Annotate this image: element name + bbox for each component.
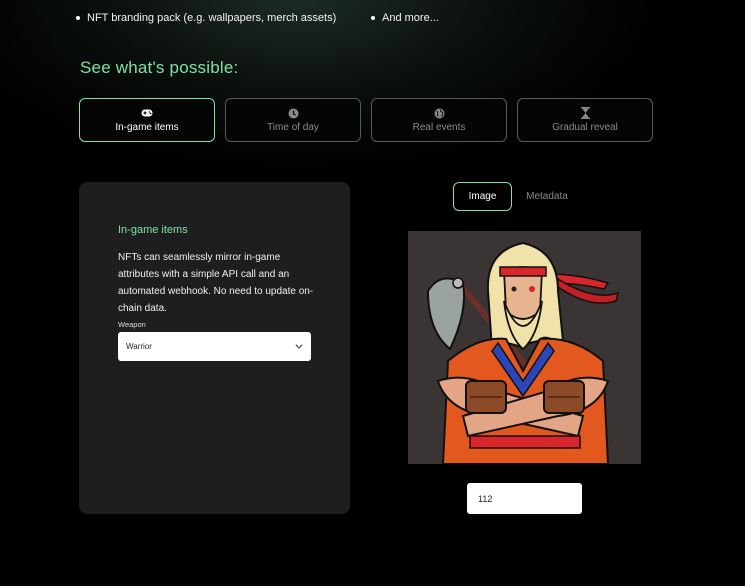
bullet-item: And more... xyxy=(371,12,439,24)
clock-icon xyxy=(287,107,299,119)
section-title: See what's possible: xyxy=(80,58,239,77)
bullet-dot-icon xyxy=(371,16,375,20)
panel-description: NFTs can seamlessly mirror in-game attri… xyxy=(118,252,314,314)
tab-time-of-day[interactable]: Time of day xyxy=(225,98,361,142)
weapon-select-value: Warrior xyxy=(126,342,152,351)
nft-artwork-image xyxy=(408,231,641,464)
bullet-dot-icon xyxy=(76,16,80,20)
feature-bullets: NFT branding pack (e.g. wallpapers, merc… xyxy=(76,12,439,24)
bullet-item: NFT branding pack (e.g. wallpapers, merc… xyxy=(76,12,371,24)
weapon-select[interactable]: Warrior xyxy=(118,332,311,361)
bullet-text: NFT branding pack (e.g. wallpapers, merc… xyxy=(87,12,337,24)
tab-label: Gradual reveal xyxy=(552,122,618,133)
tab-label: Real events xyxy=(412,122,466,133)
token-id-input[interactable]: 112 xyxy=(467,483,582,514)
metadata-view-button[interactable]: Metadata xyxy=(512,182,582,211)
panel-title: In-game items xyxy=(118,224,188,236)
page: NFT branding pack (e.g. wallpapers, merc… xyxy=(0,0,745,586)
weapon-field-label: Weapon xyxy=(118,320,146,329)
tab-in-game-items[interactable]: In-game items xyxy=(79,98,215,142)
chevron-down-icon xyxy=(295,342,303,351)
use-case-panel: In-game items NFTs can seamlessly mirror… xyxy=(79,182,350,514)
tab-label: In-game items xyxy=(115,122,179,133)
use-case-tabs: In-game items Time of day Real events Gr… xyxy=(79,98,653,142)
gamepad-icon xyxy=(141,107,153,119)
globe-icon xyxy=(433,107,445,119)
view-toggle: Image Metadata xyxy=(453,182,582,211)
tab-real-events[interactable]: Real events xyxy=(371,98,507,142)
tab-label: Time of day xyxy=(267,122,319,133)
token-id-value: 112 xyxy=(478,493,493,504)
tab-gradual-reveal[interactable]: Gradual reveal xyxy=(517,98,653,142)
bullet-text: And more... xyxy=(382,12,439,24)
image-view-button[interactable]: Image xyxy=(453,182,512,211)
hourglass-icon xyxy=(579,107,591,119)
